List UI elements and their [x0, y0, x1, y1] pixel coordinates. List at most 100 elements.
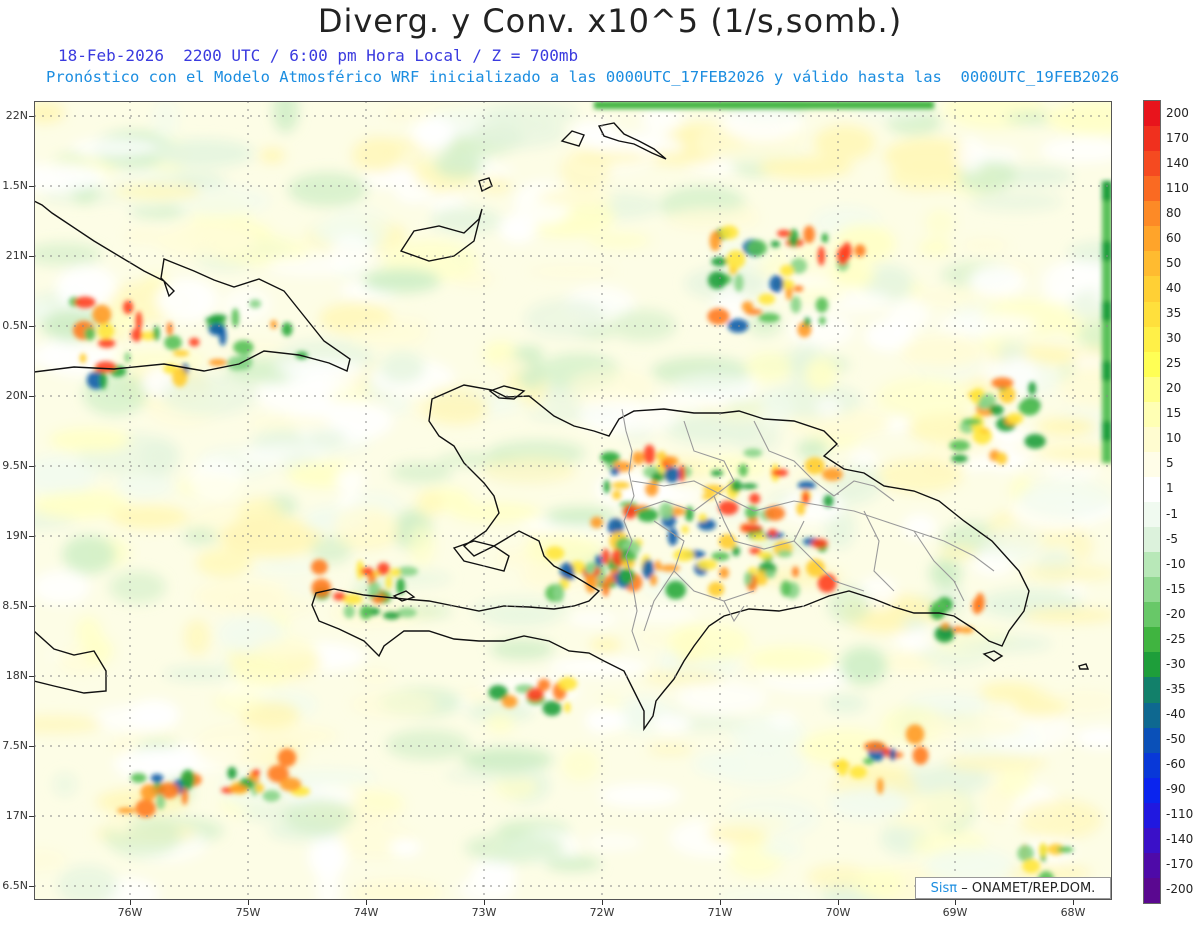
- color-swatch: [1144, 802, 1160, 828]
- color-swatch: [1144, 527, 1160, 553]
- lat-tick: [29, 256, 34, 257]
- credit-box: Sisπ – ONAMET/REP.DOM.: [915, 877, 1111, 899]
- color-scale-label: -40: [1166, 707, 1186, 722]
- color-swatch: [1144, 326, 1160, 352]
- color-scale-label: 60: [1166, 230, 1182, 245]
- lat-tick: [29, 886, 34, 887]
- color-swatch: [1144, 201, 1160, 227]
- lat-tick: [29, 326, 34, 327]
- color-scale-label: -90: [1166, 782, 1186, 797]
- color-swatch: [1144, 301, 1160, 327]
- lon-tick: [248, 900, 249, 905]
- color-scale-label: -20: [1166, 606, 1186, 621]
- color-swatch: [1144, 852, 1160, 878]
- color-swatch: [1144, 577, 1160, 603]
- color-swatch: [1144, 677, 1160, 703]
- color-scale-label: -35: [1166, 681, 1186, 696]
- lat-tick: [29, 396, 34, 397]
- lon-label: 76W: [117, 906, 143, 919]
- color-swatch: [1144, 502, 1160, 528]
- color-swatch: [1144, 101, 1160, 127]
- color-swatch: [1144, 376, 1160, 402]
- lat-tick: [29, 606, 34, 607]
- lat-tick: [29, 816, 34, 817]
- lat-label: 17N: [5, 809, 28, 822]
- color-scale-label: 170: [1166, 130, 1189, 145]
- lat-label: 22N: [5, 109, 28, 122]
- lon-label: 71W: [707, 906, 733, 919]
- lon-label: 70W: [825, 906, 851, 919]
- lat-label: 1.5N: [2, 179, 28, 192]
- color-scale-label: -140: [1166, 832, 1194, 847]
- color-scale-label: -5: [1166, 531, 1178, 546]
- color-scale-label: 10: [1166, 431, 1182, 446]
- lon-tick: [130, 900, 131, 905]
- color-scale-label: 1: [1166, 481, 1174, 496]
- color-swatch: [1144, 226, 1160, 252]
- map-title: Diverg. y Conv. x10^5 (1/s,somb.): [317, 2, 903, 40]
- color-scale-label: -50: [1166, 732, 1186, 747]
- lat-label: 18N: [5, 669, 28, 682]
- model-run-description: Pronóstico con el Modelo Atmosférico WRF…: [46, 68, 1120, 86]
- lon-tick: [366, 900, 367, 905]
- color-scale-label: -200: [1166, 882, 1194, 897]
- color-swatch: [1144, 877, 1160, 903]
- color-swatch: [1144, 627, 1160, 653]
- divergence-map: [34, 101, 1112, 900]
- lat-tick: [29, 536, 34, 537]
- lat-label: 6.5N: [2, 879, 28, 892]
- color-swatch: [1144, 652, 1160, 678]
- color-scale-bar: [1143, 100, 1161, 904]
- color-swatch: [1144, 176, 1160, 202]
- color-scale-label: 110: [1166, 180, 1189, 195]
- color-scale-label: -10: [1166, 556, 1186, 571]
- lon-tick: [720, 900, 721, 905]
- color-swatch: [1144, 702, 1160, 728]
- color-swatch: [1144, 126, 1160, 152]
- color-swatch: [1144, 476, 1160, 502]
- lat-label: 19N: [5, 529, 28, 542]
- credit-text: – ONAMET/REP.DOM.: [961, 881, 1096, 896]
- color-swatch: [1144, 451, 1160, 477]
- lon-tick: [838, 900, 839, 905]
- color-swatch: [1144, 351, 1160, 377]
- lon-tick: [484, 900, 485, 905]
- lat-tick: [29, 466, 34, 467]
- color-swatch: [1144, 752, 1160, 778]
- color-scale-label: 140: [1166, 155, 1189, 170]
- lat-tick: [29, 676, 34, 677]
- lon-label: 74W: [353, 906, 379, 919]
- lon-tick: [955, 900, 956, 905]
- lat-label: 7.5N: [2, 739, 28, 752]
- lon-tick: [602, 900, 603, 905]
- color-scale-label: 15: [1166, 406, 1182, 421]
- color-swatch: [1144, 727, 1160, 753]
- color-swatch: [1144, 426, 1160, 452]
- color-scale-label: 35: [1166, 306, 1182, 321]
- color-swatch: [1144, 401, 1160, 427]
- map-field: [34, 101, 1112, 900]
- color-scale-label: 30: [1166, 331, 1182, 346]
- color-scale-label: 20: [1166, 381, 1182, 396]
- color-scale-label: -170: [1166, 857, 1194, 872]
- lat-label: 8.5N: [2, 599, 28, 612]
- color-swatch: [1144, 276, 1160, 302]
- lat-tick: [29, 116, 34, 117]
- lon-label: 72W: [589, 906, 615, 919]
- color-swatch: [1144, 251, 1160, 277]
- color-scale-label: -1: [1166, 506, 1178, 521]
- color-scale-label: -15: [1166, 581, 1186, 596]
- lat-label: 0.5N: [2, 319, 28, 332]
- color-swatch: [1144, 777, 1160, 803]
- color-scale-label: -110: [1166, 807, 1194, 822]
- lon-label: 73W: [471, 906, 497, 919]
- lat-label: 20N: [5, 389, 28, 402]
- color-swatch: [1144, 151, 1160, 177]
- lon-label: 75W: [235, 906, 261, 919]
- color-swatch: [1144, 602, 1160, 628]
- lat-label: 21N: [5, 249, 28, 262]
- color-swatch: [1144, 552, 1160, 578]
- color-scale-label: 40: [1166, 280, 1182, 295]
- lat-label: 9.5N: [2, 459, 28, 472]
- lat-tick: [29, 186, 34, 187]
